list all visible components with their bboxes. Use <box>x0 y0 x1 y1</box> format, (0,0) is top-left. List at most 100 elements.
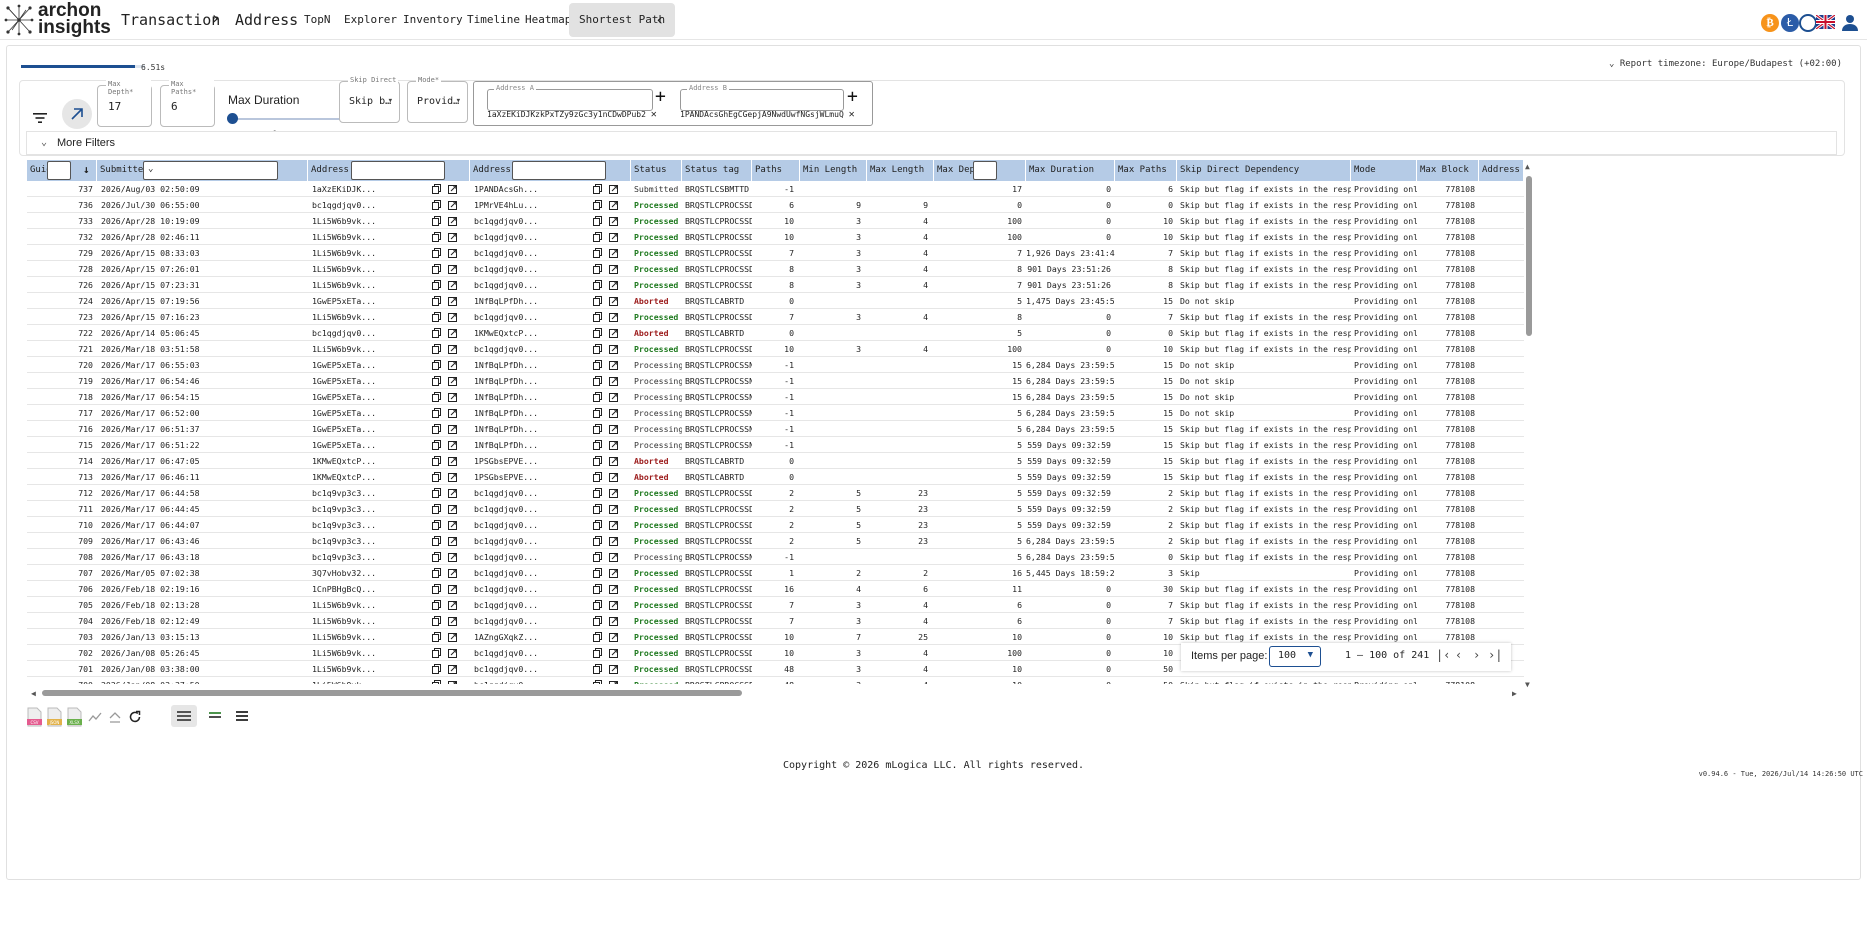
column-header-status-tag[interactable]: Status tag <box>682 160 752 181</box>
copy-icon[interactable] <box>432 248 441 258</box>
open-in-new-icon[interactable] <box>609 184 618 194</box>
table-row[interactable]: 732 2026/Apr/28 02:46:11 1Li5W6b9vk... bc1q… <box>27 229 1524 245</box>
open-in-new-icon[interactable] <box>609 440 618 450</box>
open-in-new-icon[interactable] <box>609 376 618 386</box>
open-in-new-icon[interactable] <box>448 632 457 642</box>
add-address-a-button[interactable]: + <box>655 86 666 107</box>
open-in-new-icon[interactable] <box>448 664 457 674</box>
table-row[interactable]: 737 2026/Aug/03 02:50:09 1aXzEKiDJK... 1PAN… <box>27 181 1524 197</box>
table-row[interactable]: 726 2026/Apr/15 07:23:31 1Li5W6b9vk... bc1q… <box>27 277 1524 293</box>
scroll-right-icon[interactable]: ▶ <box>1512 689 1517 698</box>
table-row[interactable]: 716 2026/Mar/17 06:51:37 1GwEP5xETa... 1NfB… <box>27 421 1524 437</box>
table-row[interactable]: 7002026/Jan/08 03:37:501Li5W6b9vk... bc1q… <box>27 677 1524 684</box>
open-in-new-icon[interactable] <box>609 568 618 578</box>
refresh-icon[interactable] <box>128 710 142 724</box>
open-in-new-icon[interactable] <box>448 360 457 370</box>
copy-icon[interactable] <box>432 536 441 546</box>
table-row[interactable]: 719 2026/Mar/17 06:54:46 1GwEP5xETa... 1NfB… <box>27 373 1524 389</box>
copy-icon[interactable] <box>432 232 441 242</box>
table-row[interactable]: 708 2026/Mar/17 06:43:18 bc1q9vp3c3... bc1q… <box>27 549 1524 565</box>
open-in-new-icon[interactable] <box>609 344 618 354</box>
open-in-new-icon[interactable] <box>609 232 618 242</box>
open-in-new-icon[interactable] <box>448 344 457 354</box>
max-paths-field[interactable]: Max Paths* 6 <box>160 80 215 127</box>
copy-icon[interactable] <box>593 568 602 578</box>
copy-icon[interactable] <box>593 360 602 370</box>
next-page-icon[interactable]: › <box>1473 648 1480 662</box>
first-page-icon[interactable]: |‹ <box>1436 648 1450 662</box>
column-header-address-s[interactable]: Address S <box>1479 160 1524 181</box>
export-csv-icon[interactable]: CSV <box>27 707 42 727</box>
open-in-new-icon[interactable] <box>609 360 618 370</box>
copy-icon[interactable] <box>432 664 441 674</box>
column-header-max-block[interactable]: Max Block <box>1417 160 1479 181</box>
table-row[interactable]: 720 2026/Mar/17 06:55:03 1GwEP5xETa... 1NfB… <box>27 357 1524 373</box>
open-in-new-icon[interactable] <box>609 664 618 674</box>
open-in-new-icon[interactable] <box>609 280 618 290</box>
copy-icon[interactable] <box>593 488 602 498</box>
copy-icon[interactable] <box>432 440 441 450</box>
table-row[interactable]: 712 2026/Mar/17 06:44:58 bc1q9vp3c3... bc1q… <box>27 485 1524 501</box>
copy-icon[interactable] <box>593 328 602 338</box>
table-row[interactable]: 728 2026/Apr/15 07:26:01 1Li5W6b9vk... bc1q… <box>27 261 1524 277</box>
items-per-page-select[interactable]: 100 ▼ <box>1269 646 1321 667</box>
open-in-new-icon[interactable] <box>609 616 618 626</box>
copy-icon[interactable] <box>432 376 441 386</box>
copy-icon[interactable] <box>593 184 602 194</box>
table-row[interactable]: 707 2026/Mar/05 07:02:38 3Q7vHobv32... bc1q… <box>27 565 1524 581</box>
open-in-new-icon[interactable] <box>609 392 618 402</box>
open-in-new-icon[interactable] <box>609 584 618 594</box>
column-filter-input[interactable] <box>47 161 71 180</box>
open-in-new-icon[interactable] <box>448 296 457 306</box>
copy-icon[interactable] <box>593 632 602 642</box>
open-in-new-icon[interactable] <box>609 248 618 258</box>
filter-list-icon[interactable] <box>30 108 50 128</box>
open-in-new-icon[interactable] <box>448 280 457 290</box>
copy-icon[interactable] <box>593 376 602 386</box>
table-row[interactable]: 706 2026/Feb/18 02:19:16 1CnPBHgBcQ... bc1q… <box>27 581 1524 597</box>
copy-icon[interactable] <box>432 648 441 658</box>
open-in-new-icon[interactable] <box>609 312 618 322</box>
remove-address-b-icon[interactable]: ✕ <box>849 109 855 120</box>
density-medium-icon[interactable] <box>202 705 228 727</box>
copy-icon[interactable] <box>432 600 441 610</box>
copy-icon[interactable] <box>432 216 441 226</box>
table-row[interactable]: 704 2026/Feb/18 02:12:49 1Li5W6b9vk... bc1q… <box>27 613 1524 629</box>
table-row[interactable]: 713 2026/Mar/17 06:46:11 1KMwEQxtcP... 1PSG… <box>27 469 1524 485</box>
copy-icon[interactable] <box>593 312 602 322</box>
bitcoin-icon[interactable]: ₿ <box>1761 14 1779 32</box>
copy-icon[interactable] <box>593 600 602 610</box>
copy-icon[interactable] <box>432 424 441 434</box>
copy-icon[interactable] <box>432 552 441 562</box>
copy-icon[interactable] <box>432 312 441 322</box>
open-in-new-icon[interactable] <box>448 216 457 226</box>
table-row[interactable]: 717 2026/Mar/17 06:52:00 1GwEP5xETa... 1NfB… <box>27 405 1524 421</box>
open-in-new-icon[interactable] <box>609 536 618 546</box>
open-in-new-icon[interactable] <box>448 424 457 434</box>
copy-icon[interactable] <box>432 344 441 354</box>
user-icon[interactable] <box>1841 14 1859 32</box>
export-json-icon[interactable]: JSON <box>47 707 62 727</box>
scroll-down-icon[interactable]: ▼ <box>1525 680 1530 689</box>
copy-icon[interactable] <box>432 408 441 418</box>
open-in-new-icon[interactable] <box>448 584 457 594</box>
copy-icon[interactable] <box>432 328 441 338</box>
horizontal-scrollbar-thumb[interactable] <box>42 690 742 696</box>
open-in-new-icon[interactable] <box>448 456 457 466</box>
copy-icon[interactable] <box>432 280 441 290</box>
copy-icon[interactable] <box>593 200 602 210</box>
open-in-new-icon[interactable] <box>448 328 457 338</box>
table-row[interactable]: 736 2026/Jul/30 06:55:00 bc1qgdjqv0... 1PMr… <box>27 197 1524 213</box>
copy-icon[interactable] <box>432 568 441 578</box>
open-in-new-icon[interactable] <box>448 520 457 530</box>
copy-icon[interactable] <box>593 424 602 434</box>
copy-icon[interactable] <box>432 264 441 274</box>
last-page-icon[interactable]: ›| <box>1488 648 1502 662</box>
copy-icon[interactable] <box>432 184 441 194</box>
address-a-input[interactable]: Address A <box>487 84 653 111</box>
open-in-new-icon[interactable] <box>609 296 618 306</box>
open-in-new-icon[interactable] <box>448 600 457 610</box>
open-in-new-icon[interactable] <box>609 328 618 338</box>
open-in-new-icon[interactable] <box>609 600 618 610</box>
copy-icon[interactable] <box>432 584 441 594</box>
